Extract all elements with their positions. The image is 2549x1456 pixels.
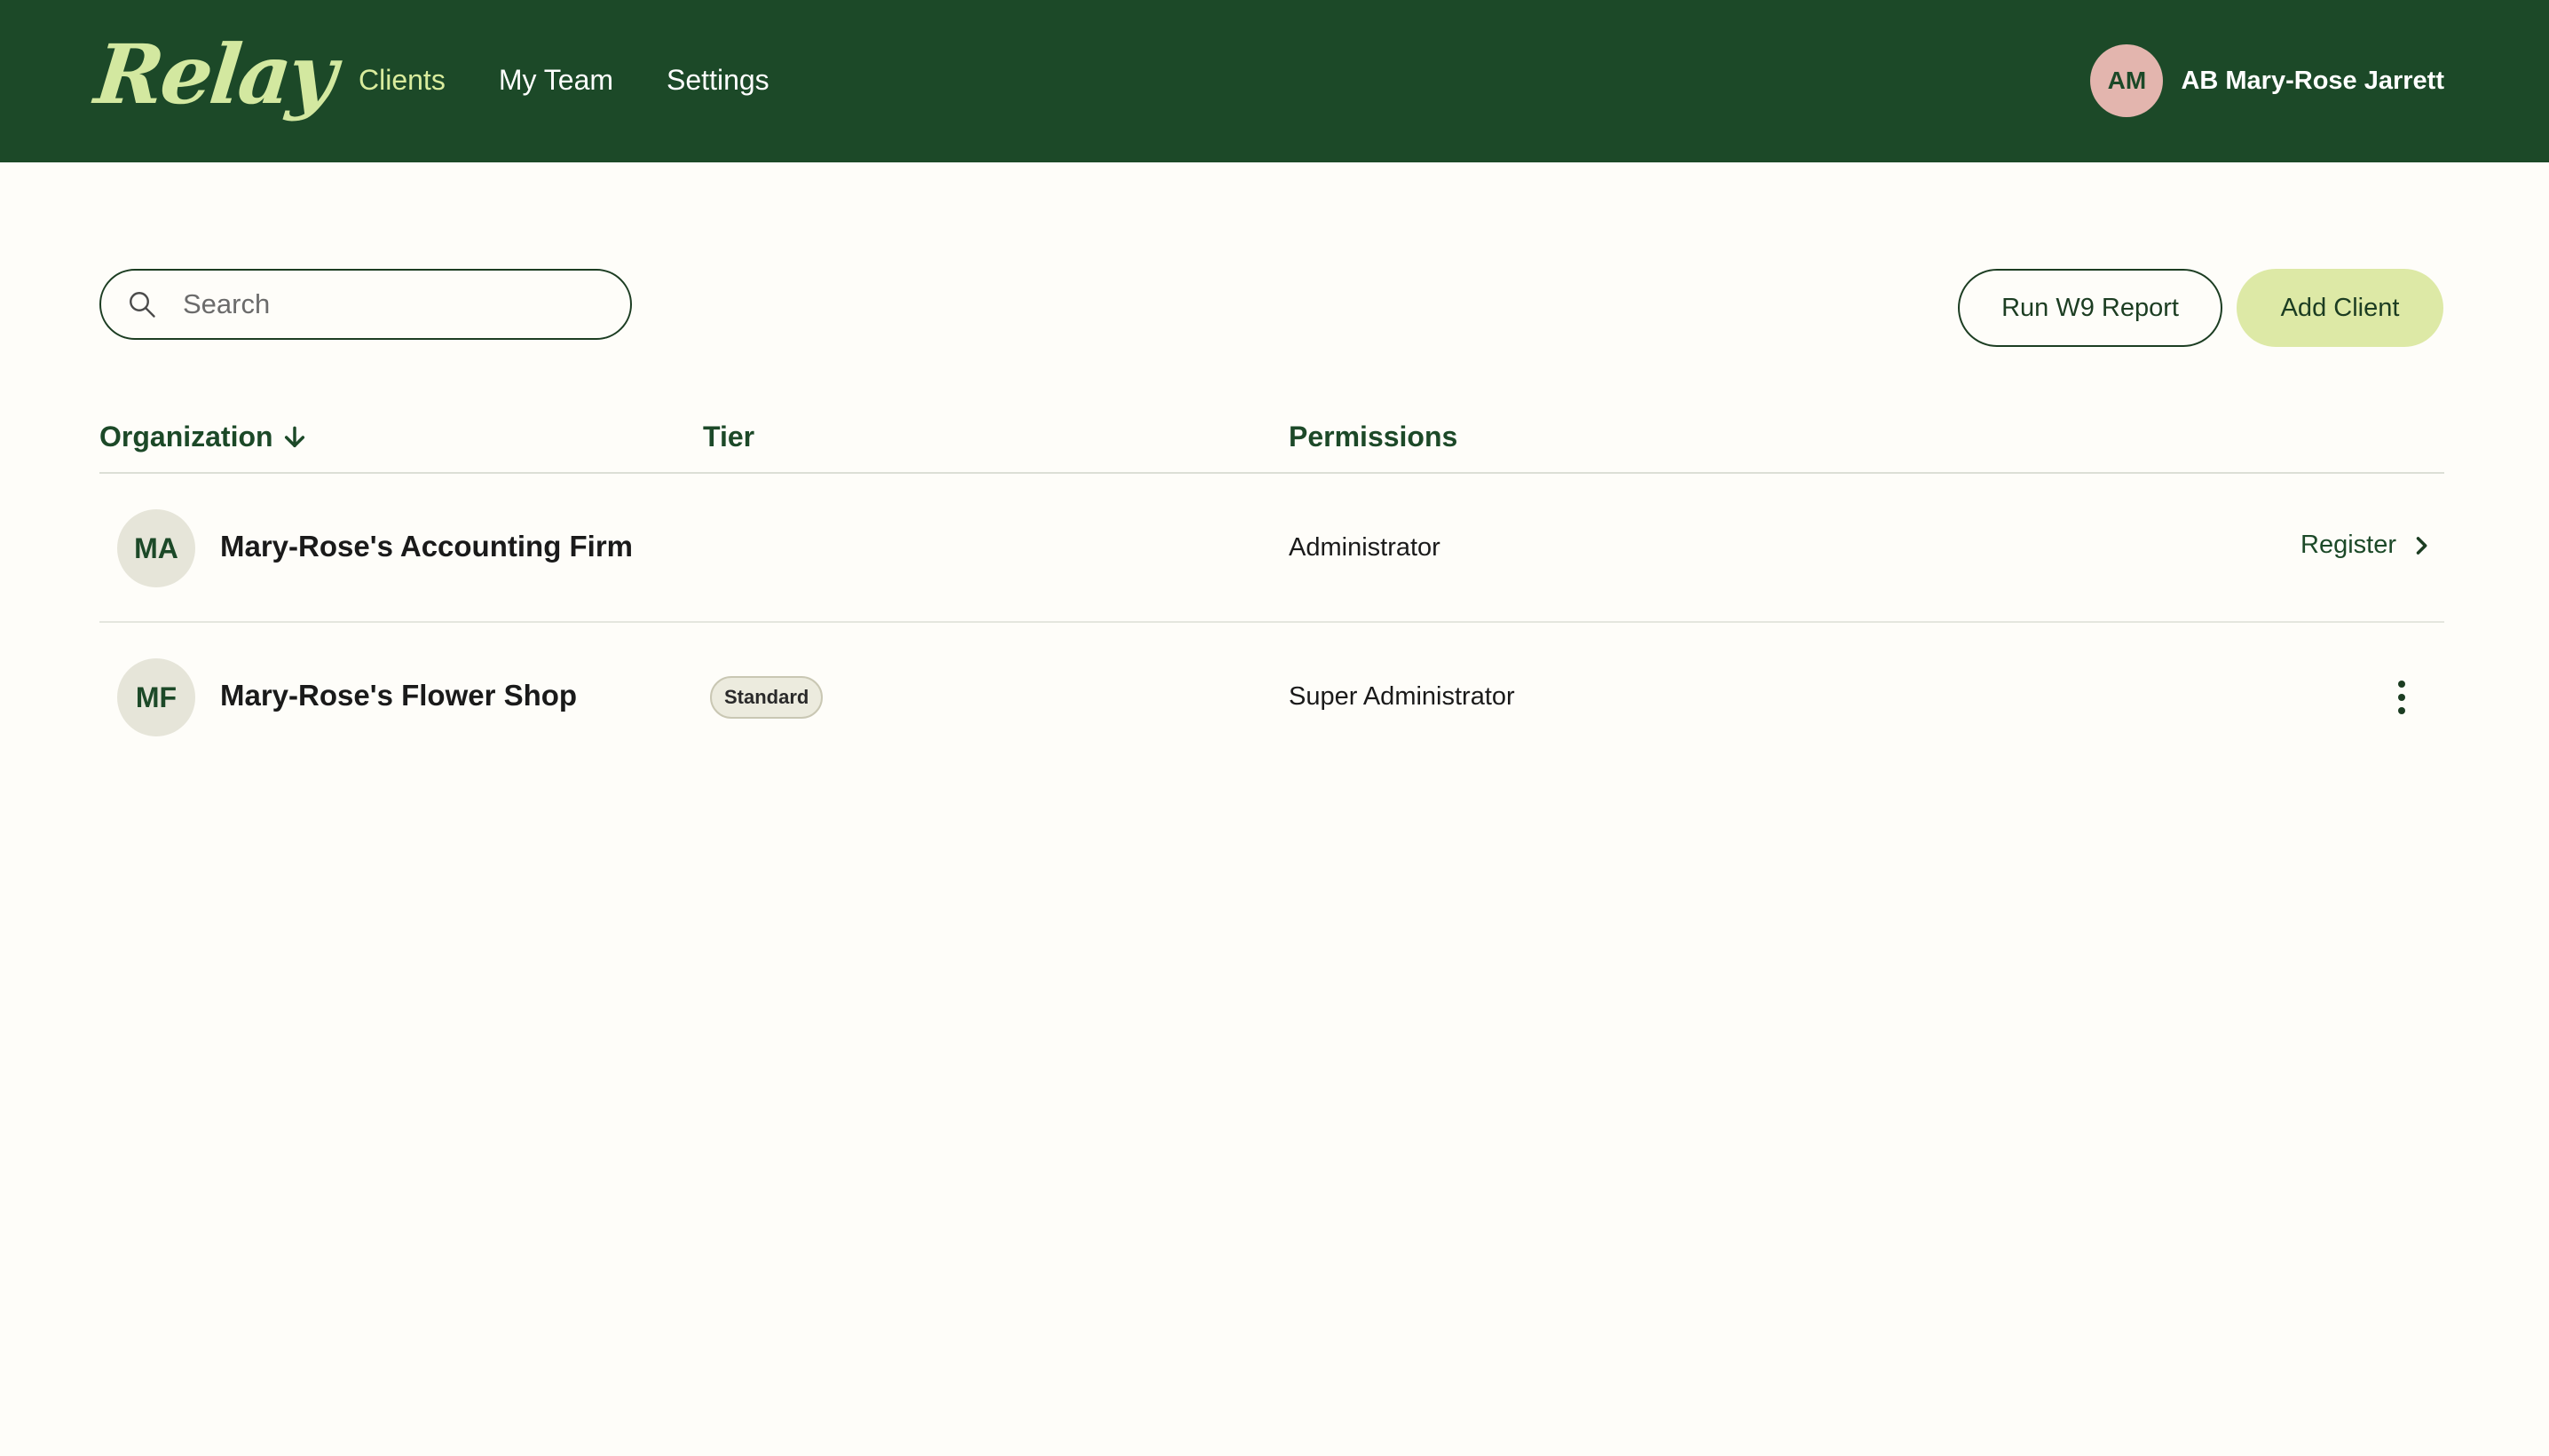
register-link-label: Register	[2300, 531, 2396, 559]
user-menu[interactable]: AM AB Mary-Rose Jarrett	[2090, 44, 2444, 117]
org-name[interactable]: Mary-Rose's Flower Shop	[220, 679, 577, 712]
table-header: Organization Tier Permissions	[99, 408, 2444, 474]
arrow-down-icon[interactable]	[280, 423, 309, 452]
column-header-organization[interactable]: Organization	[99, 421, 309, 453]
more-vertical-icon[interactable]	[2386, 671, 2418, 724]
search-box[interactable]	[99, 269, 632, 340]
user-name[interactable]: AB Mary-Rose Jarrett	[2181, 67, 2444, 96]
search-icon	[130, 292, 155, 318]
nav-item-settings[interactable]: Settings	[667, 62, 769, 98]
add-client-button[interactable]: Add Client	[2237, 269, 2443, 347]
more-dot	[2398, 681, 2405, 688]
table-row[interactable]: MF Mary-Rose's Flower Shop Standard Supe…	[99, 623, 2444, 772]
relay-logo[interactable]: Relay	[91, 27, 338, 122]
top-nav-bar: Relay Clients My Team Settings AM AB Mar…	[0, 0, 2549, 162]
table-row[interactable]: MA Mary-Rose's Accounting Firm Administr…	[99, 474, 2444, 623]
nav-item-clients[interactable]: Clients	[359, 62, 446, 98]
chevron-right-icon	[2416, 536, 2427, 555]
more-dot	[2398, 707, 2405, 714]
column-header-organization-label: Organization	[99, 421, 273, 453]
search-input[interactable]	[183, 288, 573, 320]
clients-table: Organization Tier Permissions MA Mary-Ro…	[99, 408, 2444, 772]
permission-value: Super Administrator	[1289, 682, 1515, 711]
nav-item-my-team[interactable]: My Team	[499, 62, 613, 98]
column-header-tier[interactable]: Tier	[703, 421, 754, 453]
user-avatar[interactable]: AM	[2090, 44, 2164, 117]
tier-badge: Standard	[710, 676, 824, 719]
permission-value: Administrator	[1289, 533, 1440, 562]
run-w9-report-button[interactable]: Run W9 Report	[1958, 269, 2222, 347]
org-avatar: MF	[117, 658, 195, 736]
register-link[interactable]: Register	[2300, 531, 2434, 560]
main-nav: Clients My Team Settings	[359, 62, 769, 98]
column-header-permissions[interactable]: Permissions	[1289, 421, 1457, 453]
org-name[interactable]: Mary-Rose's Accounting Firm	[220, 530, 633, 563]
org-avatar: MA	[117, 509, 195, 587]
more-dot	[2398, 694, 2405, 701]
